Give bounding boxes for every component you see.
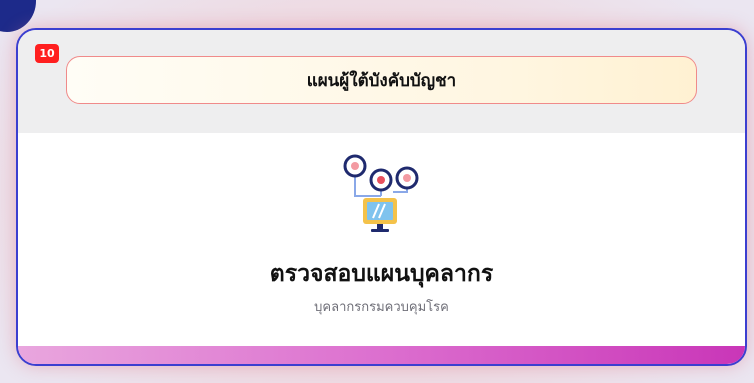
card-title-box: แผนผู้ใต้บังคับบัญชา: [66, 56, 697, 104]
org-chart-computer-icon: [341, 152, 421, 234]
notification-count-badge: 10: [35, 44, 59, 63]
card-title: แผนผู้ใต้บังคับบัญชา: [306, 70, 457, 91]
section-subtitle: บุคลากรกรมควบคุมโรค: [314, 300, 449, 315]
section-title: ตรวจสอบแผนบุคลากร: [269, 261, 494, 287]
plan-card[interactable]: 10 แผนผู้ใต้บังคับบัญชา ตรวจสอบแผนบุคลาก…: [16, 28, 747, 366]
card-bottom-bar: [18, 346, 745, 364]
